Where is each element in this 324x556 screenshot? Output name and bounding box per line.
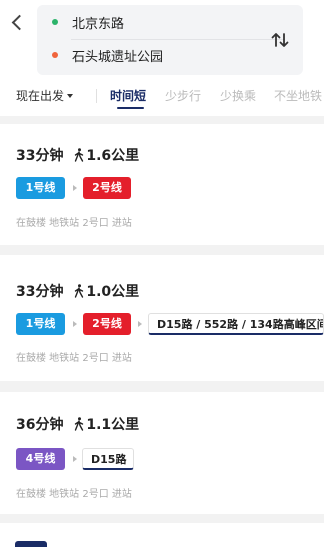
- route-input-box: 北京东路 石头城遗址公园: [37, 5, 303, 75]
- active-tab-underline: [117, 107, 144, 109]
- origin-dot-icon: [52, 19, 58, 25]
- swap-icon[interactable]: [271, 32, 289, 48]
- walk-info: 1.0公里: [74, 281, 139, 301]
- line-badge-partial: [15, 541, 47, 547]
- destination-dot-icon: [52, 52, 58, 58]
- line-badge: 2号线: [83, 313, 131, 335]
- segment-arrow-icon: [73, 321, 77, 327]
- station-info: 在鼓楼 地铁站 2号口 进站: [16, 218, 132, 229]
- route-card[interactable]: 33分钟 1.6公里 1号线 2号线 在鼓楼 地铁站 2号口 进站: [0, 124, 324, 245]
- segment-arrow-icon: [73, 456, 77, 462]
- origin-text: 北京东路: [72, 17, 125, 32]
- segment-arrow-icon: [73, 185, 77, 191]
- line-badge: 1号线: [16, 177, 65, 199]
- tab-less-walking[interactable]: 少步行: [165, 87, 201, 104]
- line-badge: 1号线: [16, 313, 65, 335]
- route-meta: 33分钟 1.6公里: [16, 145, 139, 165]
- walk-icon: [75, 284, 84, 298]
- route-duration: 36分钟: [16, 417, 64, 433]
- destination-text: 石头城遗址公园: [72, 50, 164, 65]
- walk-icon: [75, 417, 84, 431]
- back-arrow-icon[interactable]: [9, 13, 27, 35]
- station-info: 在鼓楼 地铁站 2号口 进站: [16, 489, 132, 500]
- route-meta: 36分钟 1.1公里: [16, 414, 139, 434]
- tab-shortest-time[interactable]: 时间短: [110, 87, 146, 104]
- route-card[interactable]: 33分钟 1.0公里 1号线 2号线 D15路 / 552路 / 134路高峰区…: [0, 255, 324, 381]
- route-card[interactable]: 36分钟 1.1公里 4号线 D15路 在鼓楼 地铁站 2号口 进站: [0, 392, 324, 514]
- walk-info: 1.6公里: [74, 145, 139, 165]
- depart-time-label: 现在出发: [16, 89, 65, 103]
- sort-tabs: 现在出发 时间短 少步行 少换乘 不坐地铁: [0, 84, 324, 110]
- route-duration: 33分钟: [16, 284, 64, 300]
- station-info: 在鼓楼 地铁站 2号口 进站: [16, 353, 132, 364]
- bus-line-badge: D15路: [82, 448, 134, 470]
- tab-separator: [96, 89, 97, 103]
- tab-fewer-transfers[interactable]: 少换乘: [220, 87, 256, 104]
- tab-no-subway[interactable]: 不坐地铁: [274, 87, 322, 104]
- caret-down-icon: [67, 93, 74, 98]
- route-segments: 1号线 2号线 D15路 / 552路 / 134路高峰区间: [16, 313, 324, 335]
- line-badge: 2号线: [83, 177, 131, 199]
- walk-distance: 1.0公里: [86, 284, 140, 300]
- walk-distance: 1.1公里: [86, 417, 140, 433]
- depart-time-dropdown[interactable]: 现在出发: [16, 87, 74, 104]
- route-card-partial[interactable]: [0, 523, 324, 556]
- walk-icon: [75, 148, 84, 162]
- route-meta: 33分钟 1.0公里: [16, 281, 139, 301]
- bus-line-badge: D15路 / 552路 / 134路高峰区间: [148, 313, 324, 335]
- walk-distance: 1.6公里: [86, 148, 140, 164]
- walk-info: 1.1公里: [74, 414, 139, 434]
- field-divider: [71, 39, 285, 40]
- route-duration: 33分钟: [16, 148, 64, 164]
- segment-arrow-icon: [138, 321, 142, 327]
- line-badge: 4号线: [16, 448, 65, 470]
- header: 北京东路 石头城遗址公园 现在出发 时间短 少步行 少换乘 不坐地铁: [0, 0, 324, 116]
